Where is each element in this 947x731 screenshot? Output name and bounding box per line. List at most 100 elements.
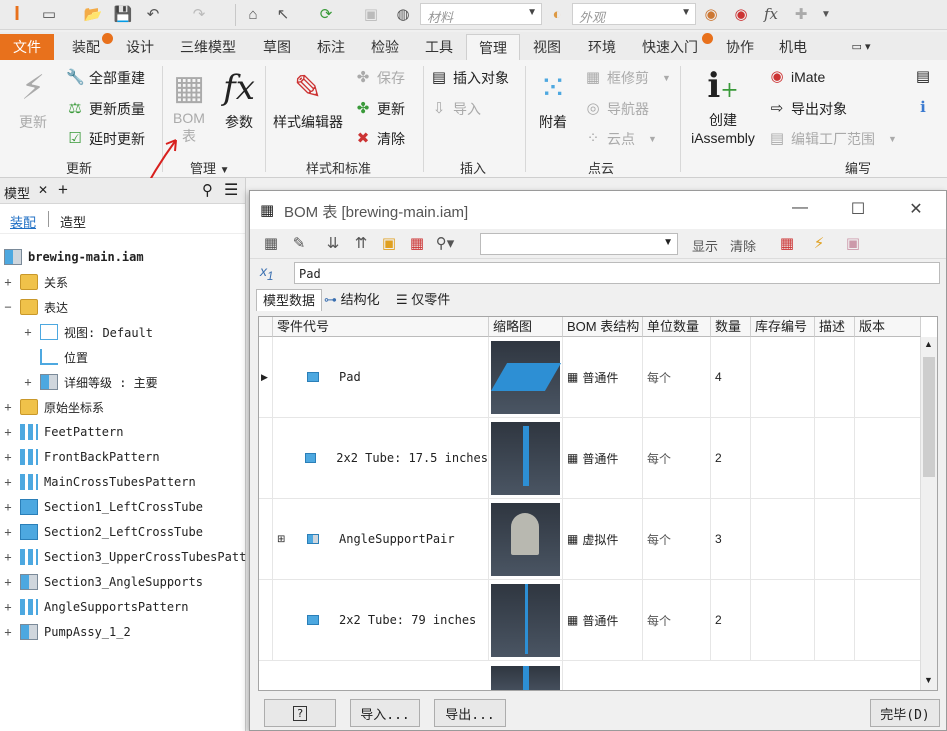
row-selector[interactable] [259,418,273,499]
tree-item-assembly[interactable]: + Section3_AngleSupports [2,571,203,593]
extra-tool-button[interactable]: ▤ [914,68,932,86]
add-tab-icon[interactable]: + [58,180,68,200]
tree-item-pattern[interactable]: + FeetPattern [2,421,123,443]
cell-stock[interactable] [751,580,815,661]
renumber-icon[interactable]: ▦ [406,233,428,255]
tree-item-origin[interactable]: + 原始坐标系 [2,396,104,418]
row-selector[interactable]: ▶ [259,337,273,418]
close-icon[interactable]: ✕ [904,199,928,219]
cell-desc[interactable] [815,337,855,418]
panel-label-manage[interactable]: 管理 ▼ [190,158,230,177]
collapse-icon[interactable]: − [2,300,14,314]
tree-item-pattern[interactable]: + MainCrossTubesPattern [2,471,196,493]
parts-icon[interactable]: ▣ [360,3,382,25]
tree-root[interactable]: brewing-main.iam [4,246,144,268]
extra-tool-button-2[interactable]: ℹ [914,99,932,117]
tab-environments[interactable]: 环境 [584,34,620,60]
plus-icon[interactable]: ✚ [790,3,812,25]
table-row[interactable]: 2x2 Tube: 17.5 inches [273,418,489,499]
custom-part-icon[interactable]: ▣ [842,233,864,255]
purge-style-button[interactable]: ✖ 清除 [354,129,405,149]
edit-icon[interactable]: ✎ [288,233,310,255]
column-header[interactable]: 零件代号 [273,317,489,337]
table-row[interactable]: 2x2 Tube: 79 inches [273,580,489,661]
instance-icon[interactable]: ⚡ [808,233,830,255]
table-row[interactable]: Pad [273,337,489,418]
material-dropdown[interactable]: 材料 ▼ [420,3,542,25]
tab-manage[interactable]: 管理 [466,34,520,60]
tree-item-assembly[interactable]: + PumpAssy_1_2 [2,621,131,643]
clear-appearance-icon[interactable]: ◉ [730,3,752,25]
scroll-up-icon[interactable]: ▲ [924,339,933,349]
export-object-button[interactable]: ⇨ 导出对象 [768,99,847,119]
save-icon[interactable]: 💾 [112,3,134,25]
tab-file[interactable]: 文件 [0,34,54,60]
menu-icon[interactable]: ☰ [224,180,238,200]
tab-3d-model[interactable]: 三维模型 [176,34,240,60]
update-icon[interactable]: ⟳ [315,3,337,25]
row-selector[interactable] [259,580,273,661]
tab-view[interactable]: 视图 [529,34,565,60]
expand-icon[interactable]: ⊞ [277,534,287,545]
expand-icon[interactable]: + [2,625,14,639]
cell-rev[interactable] [855,499,921,580]
maximize-icon[interactable]: ☐ [846,199,870,219]
done-button[interactable]: 完毕(D) [870,699,940,727]
search-icon[interactable]: ⚲ [202,181,213,199]
table-row[interactable]: ⊞ AngleSupportPair [273,499,489,580]
create-iassembly-button[interactable]: ℹ+ 创建 iAssembly [684,64,762,146]
tab-parts-only[interactable]: ☰ 仅零件 [390,289,456,311]
adjust-appearance-icon[interactable]: ◉ [700,3,722,25]
tree-item-part[interactable]: + Section2_LeftCrossTube [2,521,203,543]
clipboard-icon[interactable]: ▣ [378,233,400,255]
navigator-button[interactable]: ◎ 导航器 [584,99,649,119]
new-file-icon[interactable]: ▭ [38,3,60,25]
fx-icon[interactable]: fx [760,3,782,25]
expand-icon[interactable]: + [2,575,14,589]
clear-button[interactable]: 清除 [730,236,756,255]
box-trim-button[interactable]: ▦ 框修剪 ▼ [584,68,671,88]
expand-icon[interactable]: + [2,500,14,514]
redo-icon[interactable]: ↷ [188,3,210,25]
expand-icon[interactable]: + [22,375,34,389]
tree-item-pattern[interactable]: + Section3_UpperCrossTubesPatt [2,546,246,568]
tree-item-pattern[interactable]: + FrontBackPattern [2,446,160,468]
sort-up-icon[interactable]: ⇈ [350,233,372,255]
points-button[interactable]: ⁘ 云点 ▼ [584,129,657,149]
tab-electromechanical[interactable]: 机电 [775,34,811,60]
attach-button[interactable]: ⁙ 附着 [530,66,576,132]
appearance-icon[interactable]: ◐ [546,3,568,25]
select-icon[interactable]: ↖ [272,3,294,25]
open-folder-icon[interactable]: 📂 [82,3,104,25]
tab-annotate[interactable]: 标注 [313,34,349,60]
find-icon[interactable]: ⚲▾ [434,233,456,255]
tree-item-position[interactable]: 位置 [22,346,88,368]
appearance-dropdown[interactable]: 外观 ▼ [572,3,696,25]
tree-item-relationships[interactable]: + 关系 [2,271,68,293]
tab-design[interactable]: 设计 [122,34,158,60]
browser-tab-model[interactable]: 模型 [4,183,30,202]
help-button[interactable]: ? [264,699,336,727]
view-options-icon[interactable]: ▦ [260,233,282,255]
expand-icon[interactable]: + [2,600,14,614]
home-icon[interactable]: ⌂ [242,3,264,25]
export-bom-icon[interactable]: ▦ [776,233,798,255]
tab-get-started[interactable]: 快速入门 [638,34,702,60]
mode-modeling[interactable]: 造型 [60,212,86,231]
tree-item-view[interactable]: + 视图: Default [22,321,153,343]
cell-desc[interactable] [815,580,855,661]
formula-input[interactable]: Pad [294,262,940,284]
tab-structured[interactable]: ⊶ 结构化 [318,289,386,311]
expand-icon[interactable]: + [2,550,14,564]
column-header[interactable]: 描述 [815,317,855,337]
customize-icon[interactable]: ▼ [815,3,837,25]
tree-item-part[interactable]: + Section1_LeftCrossTube [2,496,203,518]
cell-rev[interactable] [855,337,921,418]
column-header[interactable]: 单位数量 [643,317,711,337]
tab-sketch[interactable]: 草图 [259,34,295,60]
parameters-button[interactable]: fx 参数 [216,66,262,132]
column-header[interactable]: 缩略图 [489,317,563,337]
mode-assembly[interactable]: 装配 [10,212,36,231]
expand-icon[interactable]: + [2,525,14,539]
undo-icon[interactable]: ↶ [142,3,164,25]
